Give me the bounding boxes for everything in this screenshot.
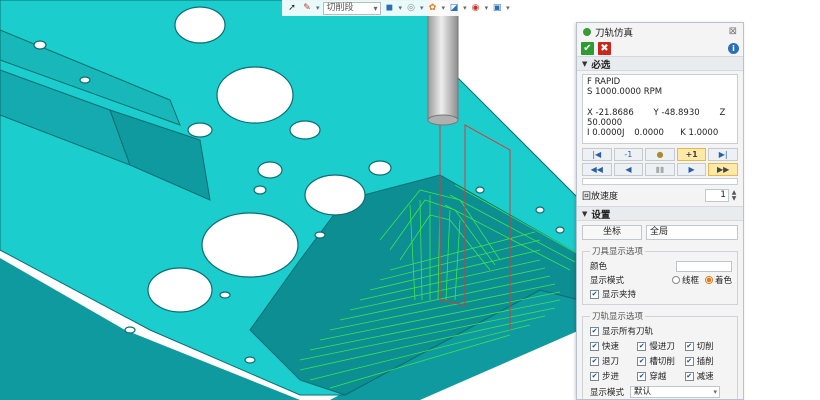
chevron-down-icon[interactable]: ▾ — [399, 4, 403, 12]
show-all-row: ✔ 显示所有刀轨 — [590, 326, 654, 337]
show-holder-checkbox[interactable]: ✔ — [590, 289, 599, 299]
pause-button[interactable]: ▮▮ — [645, 163, 675, 176]
slot-cut-checkbox[interactable]: ✔ — [637, 356, 647, 366]
reverse-button[interactable]: ◀ — [613, 163, 644, 176]
coord-value[interactable]: 全局 — [646, 225, 738, 240]
cut-checkbox[interactable]: ✔ — [684, 341, 694, 351]
speed-input[interactable]: 1 — [705, 189, 729, 202]
circle-icon[interactable]: ◎ — [405, 2, 417, 14]
wireframe-radio[interactable] — [671, 276, 680, 284]
ijk-readout: I 0.0000J 0.0000 K 1.0000 — [587, 128, 719, 138]
decelerate-checkbox[interactable]: ✔ — [684, 371, 694, 381]
show-holder-row: ✔ 显示夹持 — [590, 289, 637, 300]
coord-label: 坐标 — [582, 225, 642, 240]
filter-select[interactable]: 切削段 — [322, 1, 381, 15]
cancel-button[interactable]: ✖ — [598, 41, 611, 55]
fast-reverse-button[interactable]: ◀◀ — [582, 163, 612, 176]
goto-start-button[interactable]: |◀ — [582, 148, 612, 161]
toolpath-simulation-panel: 刀轨仿真 ⊠ ✔ ✖ i ▼ 必选 F RAPID S 1000.0000 RP… — [576, 22, 744, 400]
slow-approach-checkbox[interactable]: ✔ — [637, 341, 647, 351]
chevron-down-icon[interactable]: ▾ — [485, 4, 489, 12]
simulation-icon — [583, 27, 591, 36]
collapse-icon[interactable]: ▼ — [582, 210, 587, 218]
spindle-readout: S 1000.0000 RPM — [587, 87, 663, 98]
playback-controls: |◀ -1 ● +1 ▶| ◀◀ ◀ ▮▮ ▶ ▶▶ — [582, 148, 738, 176]
save-icon[interactable]: ▣ — [491, 2, 503, 14]
chevron-down-icon[interactable]: ▾ — [506, 4, 510, 12]
path-display-mode-select[interactable]: 默认 — [630, 386, 721, 398]
collapse-icon[interactable]: ▼ — [582, 60, 587, 68]
tool-display-group: 刀具显示选项 颜色 显示模式 线框 着色 ✔ 显示夹持 — [582, 245, 738, 305]
ok-button[interactable]: ✔ — [581, 41, 594, 55]
retract-checkbox[interactable]: ✔ — [590, 356, 599, 366]
goto-end-button[interactable]: ▶| — [708, 148, 738, 161]
settings-icon[interactable]: ✿ — [427, 2, 439, 14]
required-section-header[interactable]: ▼ 必选 — [577, 56, 743, 71]
show-all-checkbox[interactable]: ✔ — [590, 326, 599, 336]
chevron-down-icon[interactable]: ▾ — [463, 4, 467, 12]
play-button[interactable]: ▶ — [676, 163, 707, 176]
chevron-down-icon[interactable]: ▾ — [420, 4, 424, 12]
feed-readout: F RAPID — [587, 77, 621, 87]
view-toolbar: ➚ ✎ ▾ 切削段 ◼ ▾ ◎ ▾ ✿ ▾ ◪ ▾ ◉ ▾ ▣ ▾ — [282, 0, 514, 16]
progress-slider[interactable] — [582, 178, 738, 185]
rapid-checkbox[interactable]: ✔ — [590, 341, 599, 351]
coordinate-row: 坐标 全局 — [582, 225, 738, 240]
panel-titlebar: 刀轨仿真 ⊠ — [577, 23, 743, 40]
chevron-down-icon[interactable]: ▾ — [316, 4, 320, 12]
square-icon[interactable]: ◼ — [384, 2, 396, 14]
color-picker[interactable] — [676, 260, 732, 272]
arrow-icon[interactable]: ➚ — [286, 2, 298, 14]
path-display-mode-row: 显示模式 默认 — [590, 385, 732, 399]
sphere-icon[interactable]: ◉ — [470, 2, 482, 14]
view-icon[interactable]: ◪ — [448, 2, 460, 14]
panel-actions: ✔ ✖ i — [577, 40, 743, 56]
traverse-checkbox[interactable]: ✔ — [637, 371, 647, 381]
tool-shape-button[interactable]: ● — [645, 148, 675, 161]
panel-title: 刀轨仿真 — [595, 27, 634, 39]
cutting-tool — [427, 0, 459, 121]
brush-icon[interactable]: ✎ — [301, 2, 313, 14]
plunge-checkbox[interactable]: ✔ — [684, 356, 694, 366]
info-icon[interactable]: i — [728, 42, 739, 54]
speed-label: 回放速度 — [582, 192, 619, 202]
shaded-radio[interactable] — [704, 276, 713, 284]
speed-spinner[interactable]: ▲ ▼ — [730, 189, 738, 202]
fast-forward-button[interactable]: ▶▶ — [708, 163, 738, 176]
motion-type-checkboxes: ✔ 快速 ✔ 慢进刀 ✔ 切削 ✔ 退刀 ✔ 槽切削 ✔ 插削 ✔ 步进 ✔ 穿越 ✔ 减速 — [590, 341, 714, 382]
toolpath-display-group: 刀轨显示选项 ✔ 显示所有刀轨 ✔ 快速 ✔ 慢进刀 ✔ 切削 ✔ 退刀 ✔ 槽切削 ✔ 插… — [582, 310, 738, 399]
step-forward-button[interactable]: +1 — [676, 148, 707, 161]
settings-section-header[interactable]: ▼ 设置 — [577, 206, 743, 221]
color-row: 颜色 — [590, 259, 732, 273]
step-back-button[interactable]: -1 — [613, 148, 644, 161]
close-icon[interactable]: ⊠ — [729, 26, 737, 37]
xyz-readout: X -21.8686 Y -48.8930 Z — [587, 107, 726, 118]
playback-speed-row: 回放速度 1 ▲ ▼ — [582, 188, 738, 203]
chevron-down-icon[interactable]: ▾ — [442, 4, 446, 12]
z-value: 50.0000 — [587, 117, 623, 128]
display-mode-row: 显示模式 线框 着色 — [590, 276, 732, 286]
stepover-checkbox[interactable]: ✔ — [590, 371, 599, 381]
tool-position-readout: F RAPID S 1000.0000 RPM X -21.8686 Y -48… — [582, 74, 738, 144]
